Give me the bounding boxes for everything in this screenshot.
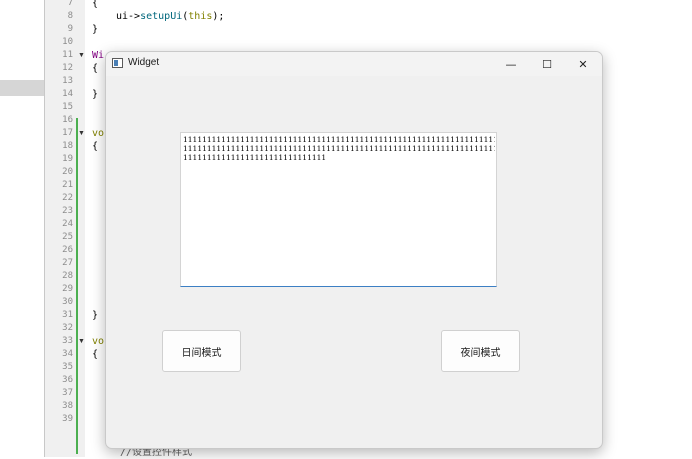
maximize-icon: ☐ [542, 57, 552, 71]
minimize-icon: — [505, 57, 517, 71]
fold-arrow-icon[interactable]: ▼ [78, 335, 85, 348]
code-line: } [92, 24, 99, 35]
app-window-icon [112, 58, 123, 68]
code-line: { [92, 0, 99, 9]
line-number: 39 [62, 414, 73, 424]
code-line: { [92, 63, 99, 74]
text-line: 111111111111111111111111111111 [183, 153, 327, 162]
window-titlebar[interactable]: Widget — ☐ ✕ [106, 52, 602, 76]
line-number: 9 [67, 24, 73, 34]
line-number: 12 [62, 63, 73, 73]
line-number: 27 [62, 258, 73, 268]
night-mode-button[interactable]: 夜间模式 [441, 330, 520, 372]
line-number: 18 [62, 141, 73, 151]
code-line: } [92, 310, 99, 321]
line-number: 38 [62, 401, 73, 411]
line-number: 32 [62, 323, 73, 333]
line-number: 30 [62, 297, 73, 307]
maximize-button[interactable]: ☐ [529, 52, 565, 76]
code-line: } [92, 89, 99, 100]
line-number: 7 [67, 0, 73, 8]
line-number: 14 [62, 89, 73, 99]
fold-arrow-icon[interactable]: ▼ [78, 127, 85, 140]
text-line: 1111111111111111111111111111111111111111… [183, 135, 495, 144]
line-number: 17 [62, 128, 73, 138]
line-number: 15 [62, 102, 73, 112]
line-number: 19 [62, 154, 73, 164]
line-number: 35 [62, 362, 73, 372]
line-number: 23 [62, 206, 73, 216]
line-number: 22 [62, 193, 73, 203]
line-number: 21 [62, 180, 73, 190]
day-mode-button[interactable]: 日间模式 [162, 330, 241, 372]
code-line: vo [92, 336, 105, 347]
line-number: 25 [62, 232, 73, 242]
line-number: 11 [62, 50, 73, 60]
line-number: 29 [62, 284, 73, 294]
side-panel-strip [0, 80, 44, 96]
widget-window: Widget — ☐ ✕ 111111111111111111111111111… [105, 51, 603, 449]
line-number: 34 [62, 349, 73, 359]
line-number: 36 [62, 375, 73, 385]
code-line: Wi [92, 50, 105, 61]
line-number: 28 [62, 271, 73, 281]
line-number: 16 [62, 115, 73, 125]
text-line: 1111111111111111111111111111111111111111… [183, 144, 495, 153]
line-number: 37 [62, 388, 73, 398]
line-number-gutter: 7 8 9 10 11 12 13 14 15 16 17 18 19 20 2… [44, 0, 85, 457]
close-icon: ✕ [578, 57, 588, 71]
code-line: { [92, 349, 99, 360]
change-marker [76, 118, 78, 454]
line-number: 20 [62, 167, 73, 177]
line-number: 8 [67, 11, 73, 21]
line-number: 10 [62, 37, 73, 47]
window-title: Widget [128, 57, 160, 68]
code-line: vo [92, 128, 105, 139]
text-edit[interactable]: 1111111111111111111111111111111111111111… [180, 132, 497, 287]
line-number: 24 [62, 219, 73, 229]
line-number: 31 [62, 310, 73, 320]
code-line: ui->setupUi(this); [116, 11, 225, 22]
line-number: 33 [62, 336, 73, 346]
line-number: 13 [62, 76, 73, 86]
line-number: 26 [62, 245, 73, 255]
minimize-button[interactable]: — [493, 52, 529, 76]
code-line: { [92, 141, 99, 152]
close-button[interactable]: ✕ [565, 52, 601, 76]
fold-arrow-icon[interactable]: ▼ [78, 49, 85, 62]
